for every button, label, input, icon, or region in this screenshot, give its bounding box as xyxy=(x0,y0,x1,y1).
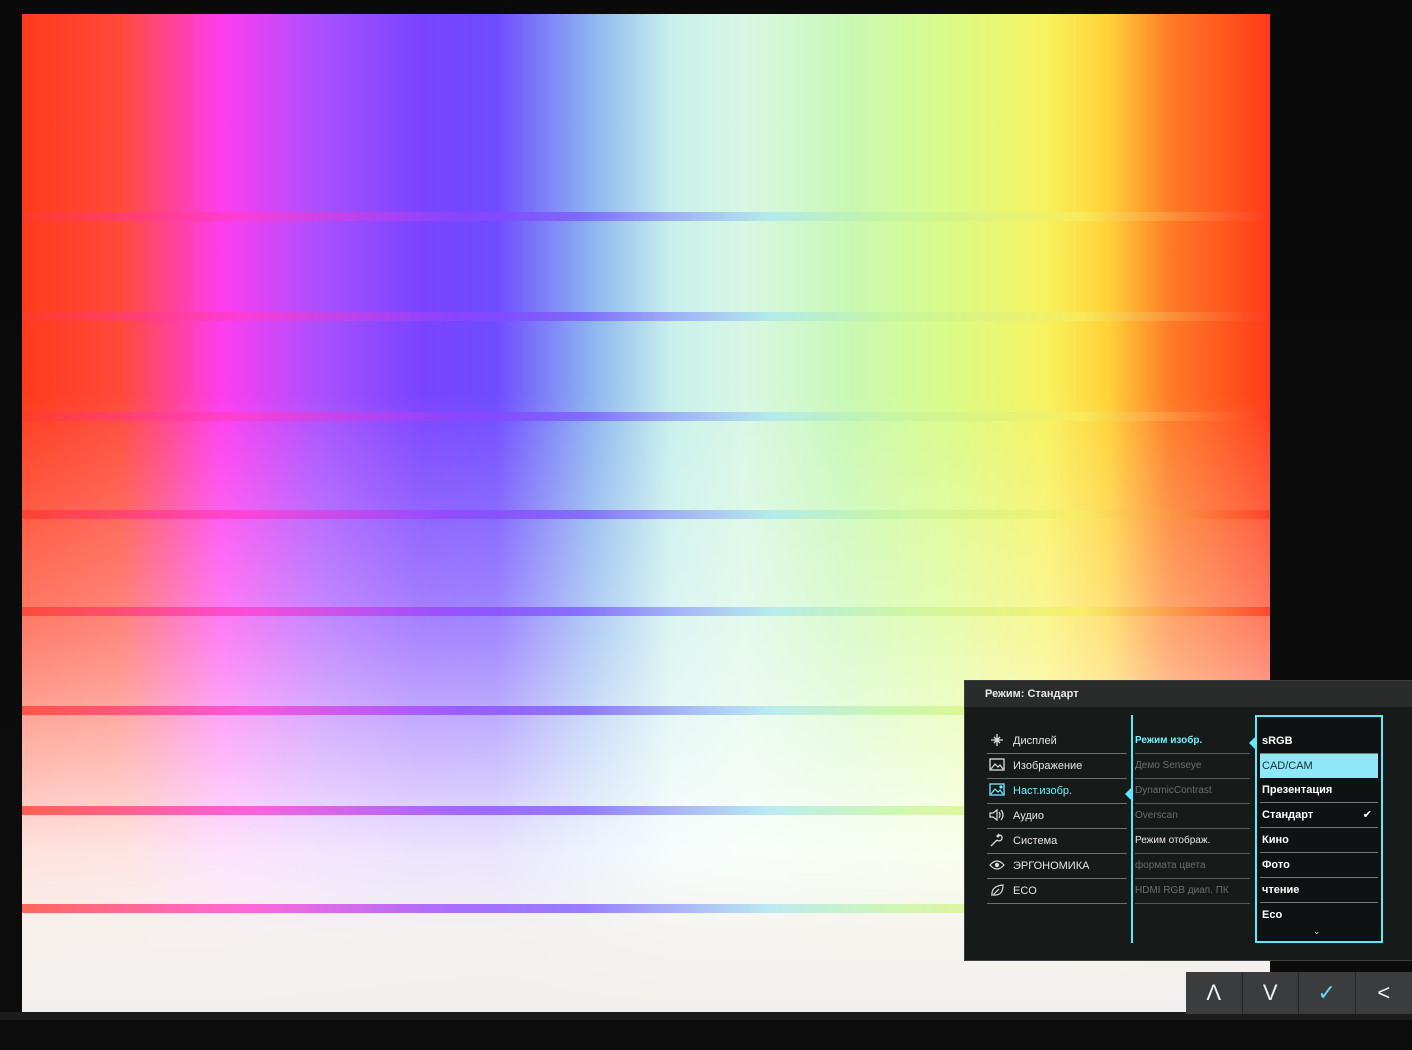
submenu-item-senseye-demo: Демо Senseye xyxy=(1135,754,1250,779)
eye-icon xyxy=(989,860,1005,870)
pattern-band xyxy=(22,212,1270,221)
submenu-item-overscan: Overscan xyxy=(1135,804,1250,829)
option-cadcam[interactable]: CAD/CAM xyxy=(1260,754,1378,778)
pattern-band xyxy=(22,607,1270,616)
system-icon xyxy=(990,833,1003,847)
option-reading[interactable]: чтение xyxy=(1260,878,1378,903)
menu-item-label: Дисплей xyxy=(1013,735,1057,747)
menu-item-label: Аудио xyxy=(1013,810,1045,822)
menu-item-label: ЭРГОНОМИКА xyxy=(1013,860,1090,872)
submenu-item-picture-mode[interactable]: Режим изобр. xyxy=(1135,729,1250,754)
pattern-band xyxy=(22,312,1270,321)
main-menu: Дисплей Изображение Наст.изобр. Аудио Си… xyxy=(987,729,1127,904)
menu-item-label: Система xyxy=(1013,835,1058,847)
submenu-item-dynamic-contrast: DynamicContrast xyxy=(1135,779,1250,804)
option-eco[interactable]: Eco xyxy=(1260,903,1378,927)
osd-title: Режим: Стандарт xyxy=(965,681,1412,707)
back-button[interactable]: < xyxy=(1356,972,1412,1014)
options-spacer xyxy=(1257,717,1381,729)
submenu-item-hdmi-rgb-range: HDMI RGB диап. ПК xyxy=(1135,879,1250,904)
submenu-item-display-mode[interactable]: Режим отображ. xyxy=(1135,829,1250,854)
option-cinema[interactable]: Кино xyxy=(1260,828,1378,853)
menu-item-eco[interactable]: ECO xyxy=(987,879,1127,904)
check-icon: ✔ xyxy=(1362,809,1372,821)
menu-item-ergonomics[interactable]: ЭРГОНОМИКА xyxy=(987,854,1127,879)
options-list: sRGB CAD/CAM Презентация Стандарт ✔ Кино… xyxy=(1255,715,1383,943)
submenu-item-color-format: формата цвета xyxy=(1135,854,1250,879)
picture-advanced-icon xyxy=(989,783,1005,796)
menu-item-picture[interactable]: Изображение xyxy=(987,754,1127,779)
display-icon xyxy=(991,734,1003,746)
up-button[interactable]: Λ xyxy=(1186,972,1243,1014)
menu-divider xyxy=(1131,715,1133,943)
audio-icon xyxy=(989,808,1004,822)
picture-icon xyxy=(989,758,1005,771)
menu-item-audio[interactable]: Аудио xyxy=(987,804,1127,829)
confirm-button[interactable]: ✓ xyxy=(1299,972,1356,1014)
submenu: Режим изобр. Демо Senseye DynamicContras… xyxy=(1135,729,1250,904)
option-label: Стандарт xyxy=(1262,809,1314,821)
option-photo[interactable]: Фото xyxy=(1260,853,1378,878)
osd-menu: Режим: Стандарт Дисплей Изображение Наст… xyxy=(964,680,1412,961)
pattern-band xyxy=(22,412,1270,421)
down-button[interactable]: V xyxy=(1243,972,1299,1014)
option-presentation[interactable]: Презентация xyxy=(1260,778,1378,803)
scroll-down-icon[interactable]: ⌄ xyxy=(1313,926,1321,937)
osd-button-bar: Λ V ✓ < xyxy=(1186,972,1412,1014)
menu-item-display[interactable]: Дисплей xyxy=(987,729,1127,754)
option-standard[interactable]: Стандарт ✔ xyxy=(1260,803,1378,828)
menu-item-system[interactable]: Система xyxy=(987,829,1127,854)
pattern-band xyxy=(22,510,1270,519)
active-pointer xyxy=(1125,788,1131,800)
menu-item-label: Наст.изобр. xyxy=(1013,785,1073,797)
menu-item-label: Изображение xyxy=(1013,760,1083,772)
eco-leaf-icon xyxy=(991,884,1004,897)
menu-item-picture-advanced[interactable]: Наст.изобр. xyxy=(987,779,1127,804)
option-srgb[interactable]: sRGB xyxy=(1260,729,1378,754)
menu-item-label: ECO xyxy=(1013,885,1037,897)
